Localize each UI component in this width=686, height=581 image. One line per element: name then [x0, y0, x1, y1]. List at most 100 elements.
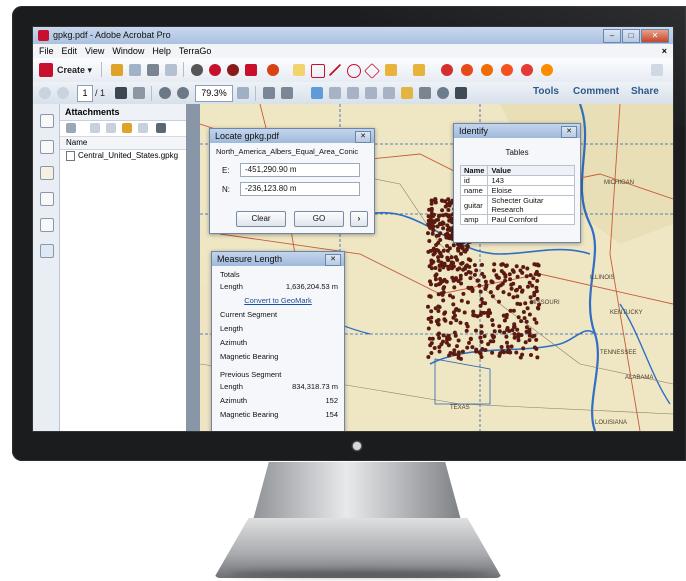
map-point[interactable] [465, 324, 470, 329]
map-point[interactable] [474, 349, 479, 354]
create-button[interactable]: Create ▾ [57, 61, 92, 79]
map-point[interactable] [520, 288, 525, 293]
map-point[interactable] [480, 271, 485, 276]
map-point[interactable] [453, 333, 458, 338]
map-point[interactable] [503, 273, 508, 278]
map-point[interactable] [532, 317, 537, 322]
map-point[interactable] [535, 278, 540, 283]
map-point[interactable] [456, 279, 461, 284]
clear-button[interactable]: Clear [236, 211, 286, 227]
markup-amber-icon[interactable] [481, 64, 493, 76]
menu-help[interactable]: Help [152, 44, 171, 58]
map-point[interactable] [511, 269, 516, 274]
stop-icon[interactable] [245, 64, 257, 76]
menu-window[interactable]: Window [112, 44, 144, 58]
map-point[interactable] [521, 265, 526, 269]
polygon-icon[interactable] [364, 63, 380, 79]
map-point[interactable] [439, 254, 444, 259]
map-point[interactable] [479, 297, 484, 302]
search-icon[interactable] [437, 87, 449, 99]
map-point[interactable] [509, 344, 514, 349]
search-attachment-icon[interactable] [156, 123, 166, 133]
map-point[interactable] [434, 248, 439, 252]
map-point[interactable] [441, 333, 446, 338]
map-point[interactable] [444, 279, 449, 284]
map-point[interactable] [502, 330, 507, 335]
map-point[interactable] [504, 264, 508, 268]
map-point[interactable] [490, 280, 495, 285]
map-point[interactable] [484, 283, 489, 288]
map-point[interactable] [488, 290, 493, 295]
map-point[interactable] [446, 343, 451, 348]
map-point[interactable] [472, 272, 477, 277]
stamp-icon[interactable] [385, 64, 397, 76]
map-point[interactable] [490, 318, 495, 323]
map-point[interactable] [433, 197, 438, 202]
map-point[interactable] [448, 293, 452, 298]
geomark-icon[interactable] [267, 64, 279, 76]
map-point[interactable] [445, 223, 450, 228]
map-point[interactable] [459, 298, 464, 303]
map-point[interactable] [437, 268, 442, 272]
map-point[interactable] [492, 334, 496, 339]
map-point[interactable] [517, 285, 522, 290]
map-point[interactable] [479, 324, 484, 329]
map-point[interactable] [427, 264, 432, 269]
map-point[interactable] [436, 214, 441, 219]
map-point[interactable] [524, 274, 529, 279]
dropdown-icon[interactable] [237, 87, 249, 99]
map-point[interactable] [520, 352, 525, 357]
map-point[interactable] [436, 233, 441, 238]
map-point[interactable] [505, 340, 509, 345]
map-point[interactable] [467, 286, 472, 291]
convert-geomark-link[interactable]: Convert to GeoMark [212, 296, 344, 305]
map-point[interactable] [441, 339, 445, 344]
map-point[interactable] [523, 340, 528, 345]
map-point[interactable] [452, 348, 457, 353]
map-point[interactable] [457, 266, 462, 271]
map-point[interactable] [472, 263, 477, 268]
map-point[interactable] [465, 345, 470, 350]
map-point[interactable] [515, 274, 520, 279]
measure-close-button[interactable]: ✕ [325, 254, 341, 266]
map-point[interactable] [447, 203, 452, 208]
map-point[interactable] [426, 326, 431, 331]
settings-icon[interactable] [191, 64, 203, 76]
document-close-icon[interactable]: × [662, 44, 667, 58]
map-point[interactable] [456, 355, 461, 360]
map-point[interactable] [509, 282, 514, 287]
map-point[interactable] [437, 336, 442, 340]
map-point[interactable] [465, 300, 470, 305]
map-point[interactable] [483, 286, 488, 291]
map-point[interactable] [497, 329, 502, 334]
map-point[interactable] [527, 338, 532, 343]
map-point[interactable] [429, 207, 434, 212]
map-point[interactable] [508, 277, 513, 282]
map-point[interactable] [515, 294, 520, 299]
ellipse-icon[interactable] [347, 64, 361, 78]
map-point[interactable] [497, 299, 501, 304]
map-point[interactable] [482, 334, 487, 339]
map-point[interactable] [479, 355, 484, 359]
layers-panel-icon[interactable] [40, 192, 54, 206]
map-point[interactable] [522, 316, 527, 321]
map-point[interactable] [426, 304, 430, 309]
map-point[interactable] [446, 208, 451, 212]
scissors-icon[interactable] [365, 87, 377, 99]
attachments-icon[interactable] [40, 166, 54, 180]
map-point[interactable] [465, 263, 469, 268]
map-point[interactable] [499, 345, 504, 349]
map-point[interactable] [530, 334, 535, 339]
map-point[interactable] [491, 339, 496, 344]
map-point[interactable] [458, 320, 463, 325]
copy-icon[interactable] [383, 87, 395, 99]
map-point[interactable] [429, 309, 434, 314]
share-pane-button[interactable]: Share [631, 86, 659, 97]
map-point[interactable] [523, 301, 528, 306]
map-point[interactable] [529, 353, 533, 357]
attach-icon[interactable] [413, 64, 425, 76]
map-point[interactable] [437, 349, 442, 354]
map-point[interactable] [471, 309, 476, 314]
map-point[interactable] [468, 258, 473, 263]
map-point[interactable] [471, 313, 476, 318]
